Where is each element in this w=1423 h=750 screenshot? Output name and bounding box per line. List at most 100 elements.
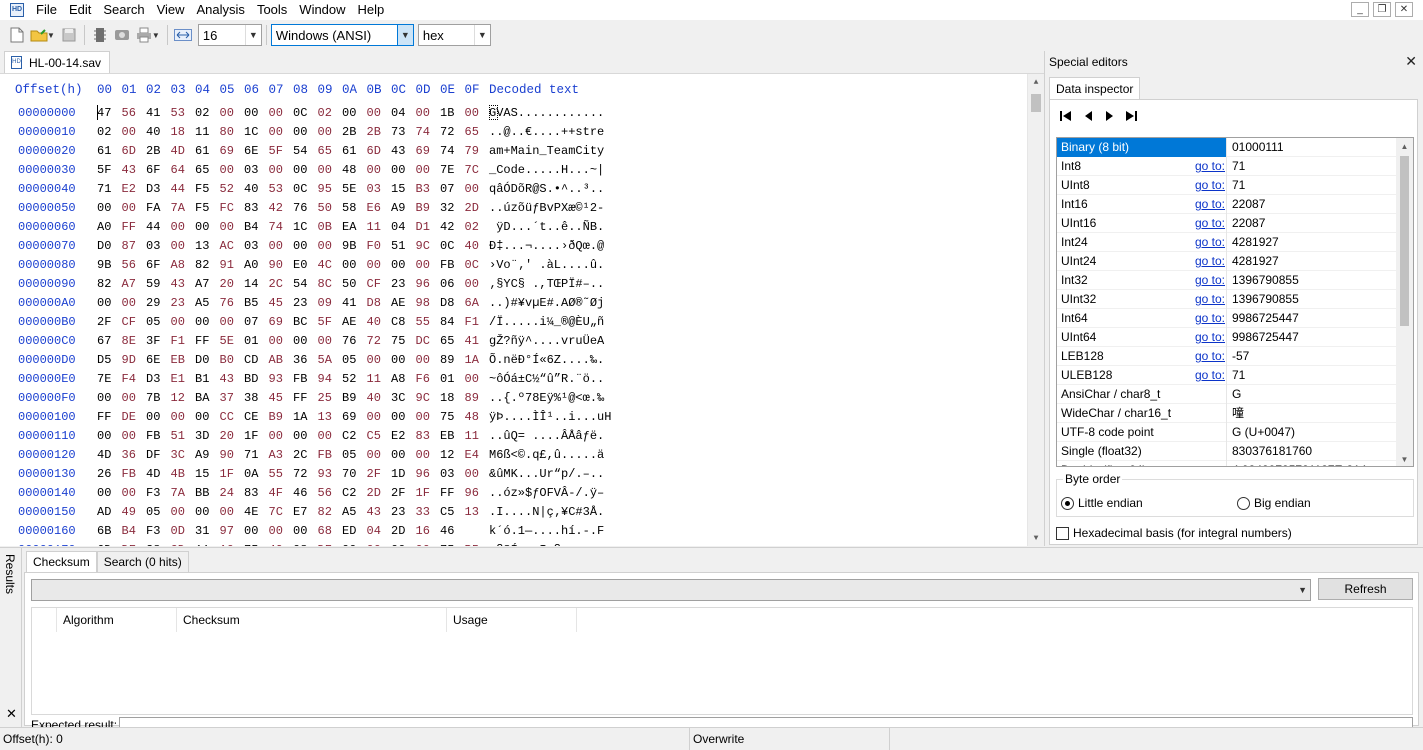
hex-byte[interactable]: D3 xyxy=(146,182,160,196)
hex-byte[interactable]: 00 xyxy=(342,543,356,546)
hex-byte[interactable]: AC xyxy=(220,239,234,253)
hex-byte[interactable]: 00 xyxy=(269,163,283,177)
decoded-text-cell[interactable]: ..)#¥vµE#.AØ®˜Øj xyxy=(489,296,604,310)
hex-byte[interactable]: ED xyxy=(342,524,356,538)
hex-byte[interactable]: 0C xyxy=(293,106,307,120)
hex-byte[interactable]: 4C xyxy=(318,258,332,272)
hex-byte[interactable]: 07 xyxy=(244,315,258,329)
hex-byte[interactable]: DF xyxy=(318,543,332,546)
hex-byte[interactable]: 2D xyxy=(367,486,381,500)
hex-byte[interactable]: 59 xyxy=(146,277,160,291)
hex-byte[interactable]: FC xyxy=(220,201,234,215)
hex-byte[interactable]: 65 xyxy=(195,163,209,177)
hex-byte[interactable]: 0C xyxy=(465,258,479,272)
minimize-button[interactable]: _ xyxy=(1351,2,1369,17)
hex-byte[interactable]: 05 xyxy=(342,448,356,462)
hex-byte[interactable]: 23 xyxy=(171,296,185,310)
hex-byte[interactable]: 00 xyxy=(97,486,111,500)
hex-byte[interactable]: 36 xyxy=(293,353,307,367)
hex-byte[interactable]: E2 xyxy=(122,182,136,196)
hex-byte[interactable]: 7A xyxy=(171,486,185,500)
hex-byte[interactable]: 46 xyxy=(293,486,307,500)
hex-byte[interactable]: 00 xyxy=(171,505,185,519)
hex-byte[interactable]: 00 xyxy=(195,410,209,424)
hex-byte[interactable]: 03 xyxy=(244,163,258,177)
hex-byte[interactable]: 76 xyxy=(220,296,234,310)
hex-byte[interactable]: 52 xyxy=(342,372,356,386)
hex-byte[interactable]: 56 xyxy=(318,486,332,500)
inspector-value[interactable]: 4.93489785781137E-314 xyxy=(1228,461,1396,466)
hex-byte[interactable]: 4F xyxy=(269,486,283,500)
hex-byte[interactable]: E4 xyxy=(465,448,479,462)
hex-byte[interactable]: D0 xyxy=(97,239,111,253)
inspector-row[interactable]: WideChar / char16_t 噇 xyxy=(1057,404,1413,423)
goto-link[interactable]: go to: xyxy=(1175,195,1225,213)
inspector-value[interactable]: 9986725447 xyxy=(1228,309,1396,328)
hex-byte[interactable]: 12 xyxy=(171,391,185,405)
decoded-text-cell[interactable]: ~ôÓá±C½“û”R.¨ö.. xyxy=(489,372,604,386)
hex-byte[interactable]: 8C xyxy=(318,277,332,291)
hex-byte[interactable]: 74 xyxy=(416,125,430,139)
hex-row[interactable]: 00000010 02 00 40 18 11 80 1C 00 00 00 2B 2B 73 74 72 65… xyxy=(0,123,1020,142)
hex-byte[interactable]: BD xyxy=(244,372,258,386)
hex-byte[interactable]: D1 xyxy=(416,220,430,234)
hex-byte[interactable]: AD xyxy=(97,505,111,519)
hex-byte[interactable]: F5 xyxy=(195,182,209,196)
inspector-value[interactable]: 830376181760 xyxy=(1228,442,1396,461)
hex-byte[interactable]: 75 xyxy=(391,334,405,348)
decoded-text-cell[interactable]: _Code.....H...~| xyxy=(489,163,604,177)
hex-row[interactable]: 00000040 71 E2 D3 44 F5 52 40 53 0C 95 5E 03 15 B3 07 00… xyxy=(0,180,1020,199)
inspector-row[interactable]: UInt8 go to: 71 xyxy=(1057,176,1413,195)
inspector-value[interactable]: 01000111 xyxy=(1228,138,1396,157)
hex-byte[interactable]: 90 xyxy=(220,448,234,462)
hex-byte[interactable]: 07 xyxy=(440,182,454,196)
hex-byte[interactable]: 23 xyxy=(293,296,307,310)
hex-byte[interactable]: E6 xyxy=(367,201,381,215)
save-icon[interactable] xyxy=(58,24,80,46)
hex-byte[interactable]: A9 xyxy=(195,448,209,462)
hex-byte[interactable]: AE xyxy=(342,315,356,329)
hex-byte[interactable]: 2F xyxy=(391,486,405,500)
hex-byte[interactable]: A8 xyxy=(171,258,185,272)
goto-link[interactable]: go to: xyxy=(1175,290,1225,308)
hex-byte[interactable]: 00 xyxy=(146,410,160,424)
hex-byte[interactable]: 0A xyxy=(244,467,258,481)
hex-row[interactable]: 00000070 D0 87 03 00 13 AC 03 00 00 00 9B F0 51 9C 0C 40… xyxy=(0,237,1020,256)
hex-byte[interactable]: 00 xyxy=(367,543,381,546)
hex-byte[interactable]: 45 xyxy=(269,296,283,310)
goto-link[interactable]: go to: xyxy=(1175,271,1225,289)
hex-byte[interactable]: 00 xyxy=(293,163,307,177)
hex-byte[interactable]: 00 xyxy=(416,163,430,177)
hex-byte[interactable]: 00 xyxy=(391,353,405,367)
hex-byte[interactable]: 00 xyxy=(318,125,332,139)
hex-byte[interactable]: 83 xyxy=(416,429,430,443)
charset-select[interactable]: Windows (ANSI) ▼ xyxy=(270,24,414,46)
hex-byte[interactable]: 00 xyxy=(293,239,307,253)
hex-byte[interactable]: F3 xyxy=(146,524,160,538)
hex-byte[interactable]: 13 xyxy=(318,410,332,424)
document-tab[interactable]: HD HL-00-14.sav xyxy=(4,51,111,73)
hex-byte[interactable]: 9B xyxy=(97,258,111,272)
hex-byte[interactable]: EA xyxy=(342,220,356,234)
hex-byte[interactable]: 97 xyxy=(220,524,234,538)
hex-byte[interactable]: 00 xyxy=(171,239,185,253)
hex-byte[interactable]: 2B xyxy=(146,144,160,158)
hex-byte[interactable]: 9B xyxy=(342,239,356,253)
menu-search[interactable]: Search xyxy=(97,0,150,20)
hex-byte[interactable]: 00 xyxy=(367,106,381,120)
hex-byte[interactable]: 02 xyxy=(318,106,332,120)
hex-byte[interactable]: D5 xyxy=(97,353,111,367)
decoded-text-cell[interactable]: gŽ?ñÿ^....vruÜeA xyxy=(489,334,604,348)
hex-byte[interactable]: D0 xyxy=(195,353,209,367)
hex-byte[interactable]: B0 xyxy=(220,353,234,367)
decoded-text-cell[interactable]: ÿD...´t..ê..ÑB. xyxy=(489,220,604,234)
hex-byte[interactable]: FF xyxy=(195,334,209,348)
hex-byte[interactable]: 14 xyxy=(244,277,258,291)
hex-byte[interactable]: 00 xyxy=(269,125,283,139)
hex-byte[interactable]: 00 xyxy=(465,106,479,120)
menu-help[interactable]: Help xyxy=(352,0,391,20)
hex-byte[interactable]: 43 xyxy=(220,372,234,386)
hex-byte[interactable]: 00 xyxy=(367,163,381,177)
column-header-checksum[interactable]: Checksum xyxy=(177,608,447,632)
goto-link[interactable]: go to: xyxy=(1175,347,1225,365)
